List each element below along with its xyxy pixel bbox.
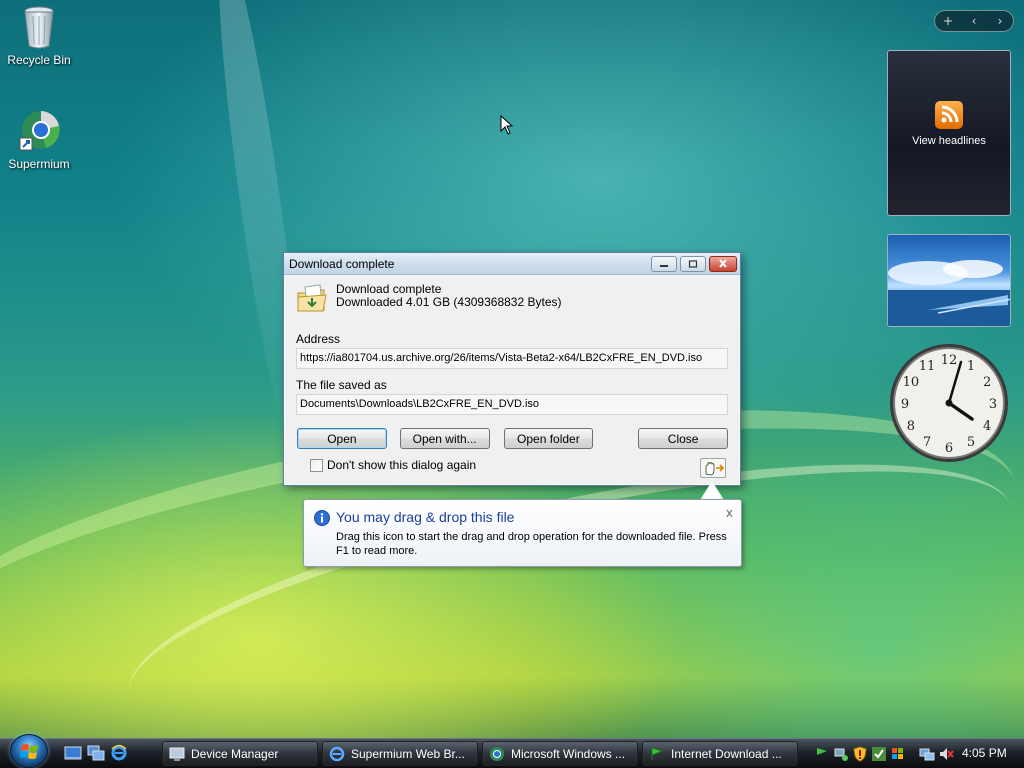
clock-numeral: 12 — [941, 353, 958, 368]
dont-show-again-row[interactable]: Don't show this dialog again — [310, 458, 728, 472]
clock-gadget[interactable]: 12 1 2 3 4 5 6 7 8 9 10 11 — [888, 342, 1010, 464]
show-desktop-icon[interactable] — [64, 744, 82, 762]
clock-numeral: 9 — [901, 397, 909, 412]
clock-numeral: 8 — [907, 419, 915, 434]
info-icon — [314, 510, 330, 526]
taskbar-item-supermium[interactable]: Supermium Web Br... — [322, 741, 478, 766]
close-icon — [719, 259, 727, 268]
maximize-icon — [688, 259, 698, 268]
taskbar-item-label: Internet Download ... — [671, 746, 782, 761]
supermium-icon — [490, 746, 504, 761]
update-tray-icon[interactable] — [871, 746, 887, 762]
device-manager-icon — [169, 747, 185, 761]
drag-hand-icon — [705, 462, 725, 476]
download-complete-dialog: Download complete Download complete Down… — [283, 252, 741, 486]
feed-gadget-title[interactable]: View headlines — [888, 135, 1010, 147]
network-connection-icon[interactable] — [919, 746, 935, 762]
clock-numeral: 1 — [967, 359, 975, 374]
saved-as-label: The file saved as — [296, 378, 387, 392]
slideshow-photo — [888, 260, 1010, 326]
clock-numeral: 11 — [919, 359, 936, 374]
balloon-tail — [700, 481, 724, 500]
slideshow-gadget[interactable] — [887, 234, 1011, 327]
feed-headlines-gadget[interactable]: View headlines — [887, 50, 1011, 216]
address-label: Address — [296, 332, 341, 346]
drag-drop-handle[interactable] — [700, 458, 726, 478]
balloon-text: Drag this icon to start the drag and dro… — [336, 531, 727, 557]
rss-icon — [935, 101, 963, 129]
open-folder-button[interactable]: Open folder — [503, 428, 594, 449]
desktop-icon-supermium[interactable]: Supermium — [1, 108, 77, 171]
desktop-icon-label: Recycle Bin — [7, 53, 71, 67]
taskbar-clock[interactable]: 4:05 PM — [962, 746, 1007, 760]
dialog-title: Download complete — [289, 256, 395, 271]
close-window-button[interactable] — [709, 255, 737, 272]
add-gadget-button[interactable]: + — [938, 14, 958, 28]
address-field[interactable]: https://ia801704.us.archive.org/26/items… — [296, 348, 728, 369]
sidebar-prev-button[interactable]: ‹ — [964, 14, 984, 28]
taskbar-item-label: Microsoft Windows ... — [511, 746, 626, 761]
sidebar-next-button[interactable]: › — [990, 14, 1010, 28]
minimize-icon — [660, 264, 668, 267]
volume-muted-icon[interactable] — [938, 746, 954, 762]
taskbar-item-label: Supermium Web Br... — [351, 746, 465, 761]
dialog-message-size: Downloaded 4.01 GB (4309368832 Bytes) — [336, 295, 562, 309]
minimize-button[interactable] — [651, 255, 677, 272]
internet-explorer-icon[interactable] — [110, 744, 128, 762]
network-tray-icon[interactable] — [833, 746, 849, 762]
saved-as-field[interactable]: Documents\Downloads\LB2CxFRE_EN_DVD.iso — [296, 394, 728, 415]
clock-numeral: 2 — [983, 375, 991, 390]
open-with-button[interactable]: Open with... — [399, 428, 490, 449]
taskbar-item-label: Device Manager — [191, 746, 279, 761]
download-manager-icon — [651, 746, 664, 760]
sidebar-controls: + ‹ › — [934, 10, 1014, 32]
download-folder-icon — [297, 284, 327, 312]
supermium-icon — [19, 111, 60, 151]
dont-show-again-label[interactable]: Don't show this dialog again — [327, 458, 476, 472]
maximize-button[interactable] — [680, 255, 706, 272]
taskbar-item-microsoft-windows[interactable]: Microsoft Windows ... — [482, 741, 638, 766]
recycle-bin-icon — [24, 6, 54, 49]
close-button[interactable]: Close — [638, 428, 728, 449]
switch-windows-icon[interactable] — [87, 744, 105, 762]
open-button[interactable]: Open — [297, 428, 387, 449]
clock-numeral: 6 — [945, 441, 953, 456]
windows-logo-icon — [20, 744, 38, 759]
clock-numeral: 7 — [923, 435, 931, 450]
clock-numeral: 5 — [967, 435, 975, 450]
security-shield-icon[interactable] — [852, 746, 868, 762]
clock-numeral: 3 — [989, 397, 997, 412]
browser-icon — [329, 746, 345, 761]
download-manager-tray-icon[interactable] — [814, 746, 830, 762]
taskbar-item-device-manager[interactable]: Device Manager — [162, 741, 318, 766]
desktop-icon-recycle-bin[interactable]: Recycle Bin — [1, 4, 77, 67]
clock-numeral: 4 — [983, 419, 991, 434]
taskbar-item-internet-download[interactable]: Internet Download ... — [642, 741, 798, 766]
dont-show-again-checkbox[interactable] — [310, 458, 323, 472]
desktop-icon-label: Supermium — [8, 157, 70, 171]
analog-clock: 12 12 3 45678 9 1011 — [890, 344, 1008, 462]
windows-flag-tray-icon[interactable] — [890, 746, 906, 762]
mouse-cursor-icon — [500, 115, 514, 135]
start-button[interactable] — [10, 734, 48, 768]
balloon-title: You may drag & drop this file — [336, 509, 515, 525]
drag-drop-balloon-tip: You may drag & drop this file Drag this … — [303, 499, 742, 567]
balloon-close-button[interactable]: x — [726, 506, 733, 520]
dialog-titlebar[interactable]: Download complete — [284, 253, 740, 275]
clock-numeral: 10 — [903, 375, 920, 390]
